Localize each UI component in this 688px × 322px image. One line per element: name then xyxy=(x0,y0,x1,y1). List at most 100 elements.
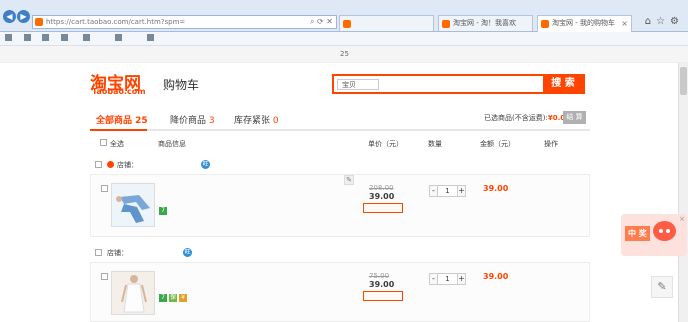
seven-day-return-icon: 7 xyxy=(159,207,167,215)
tab-favicon-icon xyxy=(343,20,351,28)
quantity-input[interactable]: 1 xyxy=(438,273,457,285)
toolbar-item[interactable] xyxy=(42,34,51,42)
wangwang-icon[interactable]: 旺 xyxy=(183,248,192,257)
promotion-button[interactable] xyxy=(363,203,403,213)
mail-icon xyxy=(42,34,49,41)
lottery-label: 中 奖 xyxy=(625,226,650,241)
dress-product-photo xyxy=(112,272,154,314)
original-price: 75.00 xyxy=(369,272,390,280)
browser-tools[interactable]: ⌂☆⚙ xyxy=(645,16,684,27)
close-tab-icon[interactable]: × xyxy=(621,16,628,31)
shop-checkbox[interactable] xyxy=(95,249,102,256)
tools-icon xyxy=(147,34,154,41)
address-bar[interactable]: https://cart.taobao.com/cart.htm?spm= ⌕ … xyxy=(32,15,337,29)
product-image[interactable] xyxy=(111,183,155,227)
wangwang-icon[interactable]: 旺 xyxy=(201,160,210,169)
active-tab-indicator xyxy=(90,129,147,131)
promotion-button[interactable] xyxy=(363,291,403,301)
original-price: 208.00 xyxy=(369,184,394,192)
toolbar-item[interactable] xyxy=(24,34,33,42)
site-favicon-icon xyxy=(35,18,43,26)
column-product: 商品信息 xyxy=(158,140,186,148)
browser-chrome: ◀ ▶ https://cart.taobao.com/cart.htm?spm… xyxy=(0,0,688,32)
tab-favicon-icon xyxy=(541,20,549,28)
safety-icon xyxy=(115,34,122,41)
back-button[interactable]: ◀ xyxy=(3,10,16,23)
shop-row: 店铺： 旺 xyxy=(95,247,590,260)
toolbar-item[interactable] xyxy=(83,34,92,42)
mascot-eye xyxy=(659,229,663,233)
shop-icon xyxy=(107,161,114,168)
toolbar-item[interactable] xyxy=(147,34,156,42)
scrollbar-thumb[interactable] xyxy=(680,67,687,95)
jeans-product-photo xyxy=(112,184,154,226)
search-input[interactable] xyxy=(381,78,551,90)
page-icon xyxy=(83,34,90,41)
item-checkbox[interactable] xyxy=(101,273,108,280)
cart-item: 7 保 ¥ 75.00 39.00 - 1 + 39.00 xyxy=(90,262,590,322)
cart-header: 全选 商品信息 单价（元） 数量 金额（元） 操作 xyxy=(90,137,590,149)
column-select-all: 全选 xyxy=(110,140,124,148)
browser-tab-1[interactable] xyxy=(339,15,434,31)
quantity-decrease-button[interactable]: - xyxy=(429,185,438,197)
cash-icon: ¥ xyxy=(179,294,187,302)
browser-tab-active[interactable]: 淘宝网 - 我的购物车 × xyxy=(537,15,632,32)
edit-corner-icon[interactable]: ✎ xyxy=(344,175,354,185)
site-navigation: 25 xyxy=(0,46,688,63)
current-price: 39.00 xyxy=(369,280,395,289)
command-toolbar xyxy=(0,32,688,46)
tab-all-items[interactable]: 全部商品 25 xyxy=(96,113,148,126)
tab-low-stock[interactable]: 库存紧张 0 xyxy=(234,113,279,126)
toolbar-item[interactable] xyxy=(115,34,124,42)
select-all-checkbox[interactable] xyxy=(100,139,107,146)
toolbar-item[interactable] xyxy=(61,34,70,42)
column-amount: 金额（元） xyxy=(480,140,515,148)
search-scope-select[interactable]: 宝贝 xyxy=(337,79,379,90)
cart-link[interactable]: 25 xyxy=(340,50,349,58)
quantity-input[interactable]: 1 xyxy=(438,185,457,197)
checkout-button[interactable]: 结 算 xyxy=(563,111,586,124)
tab-label: 淘宝网 - 我的购物车 xyxy=(552,19,615,27)
quantity-increase-button[interactable]: + xyxy=(457,185,466,197)
toolbar-item[interactable] xyxy=(5,34,14,42)
close-widget-icon[interactable]: × xyxy=(679,215,685,223)
selected-summary: 已选商品(不含运费):¥0.00 xyxy=(484,114,570,122)
quantity-stepper[interactable]: - 1 + xyxy=(429,185,466,197)
print-icon xyxy=(61,34,68,41)
address-tools-icon[interactable]: ⌕ ⟳ ✕ xyxy=(310,17,333,27)
address-text[interactable]: https://cart.taobao.com/cart.htm?spm= xyxy=(46,18,185,26)
forward-button[interactable]: ▶ xyxy=(17,10,30,23)
mascot-eye xyxy=(666,229,670,233)
guarantee-icon: 保 xyxy=(169,294,177,302)
quantity-stepper[interactable]: - 1 + xyxy=(429,273,466,285)
taobao-logo-en[interactable]: Taobao.com xyxy=(92,87,146,96)
tab-price-drop[interactable]: 降价商品 3 xyxy=(170,113,215,126)
lottery-mascot-widget[interactable]: × 中 奖 xyxy=(621,214,687,256)
item-subtotal: 39.00 xyxy=(483,272,509,281)
search-button[interactable]: 搜 索 xyxy=(543,76,583,92)
cart-count: 25 xyxy=(340,50,349,58)
pencil-icon[interactable]: ✎ xyxy=(651,276,673,298)
tab-label: 淘宝网 - 淘！我喜欢 xyxy=(453,19,516,27)
current-price: 39.00 xyxy=(369,192,395,201)
column-quantity: 数量 xyxy=(428,140,442,148)
shop-checkbox[interactable] xyxy=(95,161,102,168)
column-actions: 操作 xyxy=(544,140,558,148)
quantity-increase-button[interactable]: + xyxy=(457,273,466,285)
tab-favicon-icon xyxy=(442,20,450,28)
item-subtotal: 39.00 xyxy=(483,184,509,193)
seven-day-return-icon: 7 xyxy=(159,294,167,302)
shop-label: 店铺： xyxy=(117,161,138,169)
search-box: 宝贝 搜 索 xyxy=(332,74,585,94)
home-icon xyxy=(5,34,12,41)
item-checkbox[interactable] xyxy=(101,185,108,192)
page-title: 购物车 xyxy=(163,78,200,92)
browser-tab-2[interactable]: 淘宝网 - 淘！我喜欢 xyxy=(438,15,533,31)
product-image[interactable] xyxy=(111,271,155,315)
column-price: 单价（元） xyxy=(368,140,403,148)
shop-label: 店铺： xyxy=(107,249,128,257)
shop-row: 店铺： 旺 xyxy=(95,159,220,172)
cart-item: 7 208.00 39.00 ✎ - 1 + 39.00 xyxy=(90,174,590,237)
quantity-decrease-button[interactable]: - xyxy=(429,273,438,285)
vertical-scrollbar[interactable] xyxy=(678,63,688,322)
